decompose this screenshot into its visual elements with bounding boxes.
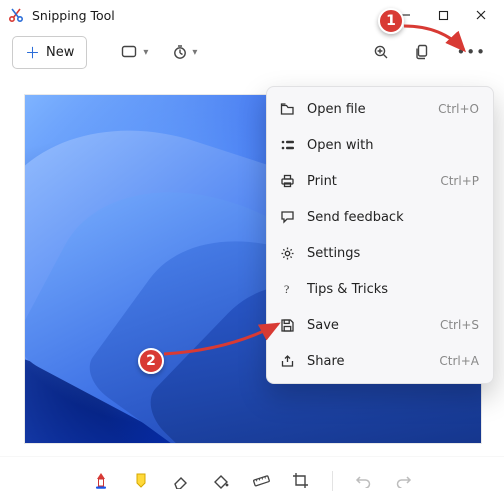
editing-toolbar xyxy=(0,456,504,504)
snipping-tool-app-icon xyxy=(8,7,24,23)
menu-label: Print xyxy=(307,174,428,189)
chevron-down-icon: ▾ xyxy=(192,47,197,58)
close-button[interactable] xyxy=(462,1,500,29)
menu-item-share[interactable]: Share Ctrl+A xyxy=(267,343,493,379)
menu-label: Open file xyxy=(307,102,426,117)
shortcut: Ctrl+A xyxy=(439,354,479,368)
app-window: Snipping Tool ＋ New ▾ ▾ xyxy=(0,0,504,504)
menu-item-send-feedback[interactable]: Send feedback xyxy=(267,199,493,235)
plus-icon: ＋ xyxy=(25,42,40,63)
redo-button[interactable] xyxy=(395,472,413,490)
separator xyxy=(332,471,333,491)
menu-item-save[interactable]: Save Ctrl+S xyxy=(267,307,493,343)
more-menu-button[interactable]: ••• xyxy=(450,41,492,64)
share-icon xyxy=(279,353,295,369)
gear-icon xyxy=(279,245,295,261)
open-with-icon xyxy=(279,137,295,153)
feedback-icon xyxy=(279,209,295,225)
highlighter-tool-button[interactable] xyxy=(132,472,150,490)
undo-button[interactable] xyxy=(355,472,373,490)
menu-label: Tips & Tricks xyxy=(307,282,467,297)
zoom-in-button[interactable] xyxy=(367,40,395,64)
crop-button[interactable] xyxy=(292,472,310,490)
save-icon xyxy=(279,317,295,333)
snip-mode-dropdown[interactable]: ▾ xyxy=(115,40,154,64)
window-title: Snipping Tool xyxy=(32,8,115,23)
shortcut: Ctrl+O xyxy=(438,102,479,116)
menu-label: Settings xyxy=(307,246,467,261)
menu-item-open-file[interactable]: Open file Ctrl+O xyxy=(267,91,493,127)
menu-label: Open with xyxy=(307,138,467,153)
rect-select-icon xyxy=(121,44,139,60)
annotation-badge-2: 2 xyxy=(138,348,164,374)
titlebar: Snipping Tool xyxy=(0,0,504,30)
shortcut: Ctrl+P xyxy=(440,174,479,188)
menu-label: Share xyxy=(307,354,427,369)
maximize-button[interactable] xyxy=(424,1,462,29)
menu-item-tips-tricks[interactable]: ? Tips & Tricks xyxy=(267,271,493,307)
new-snip-button[interactable]: ＋ New xyxy=(12,36,87,69)
menu-label: Send feedback xyxy=(307,210,467,225)
menu-item-open-with[interactable]: Open with xyxy=(267,127,493,163)
more-context-menu: Open file Ctrl+O Open with Print Ctrl+P … xyxy=(266,86,494,384)
copy-icon xyxy=(415,44,430,60)
copy-button[interactable] xyxy=(409,40,436,64)
toolbar: ＋ New ▾ ▾ ••• xyxy=(0,30,504,74)
chevron-down-icon: ▾ xyxy=(143,47,148,58)
question-icon: ? xyxy=(279,281,295,297)
eraser-tool-button[interactable] xyxy=(172,472,190,490)
annotation-badge-1: 1 xyxy=(378,8,404,34)
ruler-button[interactable] xyxy=(252,472,270,490)
more-icon: ••• xyxy=(456,45,486,60)
open-folder-icon xyxy=(279,101,295,117)
menu-item-settings[interactable]: Settings xyxy=(267,235,493,271)
printer-icon xyxy=(279,173,295,189)
pen-tool-button[interactable] xyxy=(92,472,110,490)
delay-dropdown[interactable]: ▾ xyxy=(166,40,203,64)
shortcut: Ctrl+S xyxy=(440,318,479,332)
menu-label: Save xyxy=(307,318,428,333)
svg-text:?: ? xyxy=(284,282,289,296)
timer-icon xyxy=(172,44,188,60)
menu-item-print[interactable]: Print Ctrl+P xyxy=(267,163,493,199)
new-snip-label: New xyxy=(46,45,74,60)
paint-bucket-button[interactable] xyxy=(212,472,230,490)
zoom-in-icon xyxy=(373,44,389,60)
